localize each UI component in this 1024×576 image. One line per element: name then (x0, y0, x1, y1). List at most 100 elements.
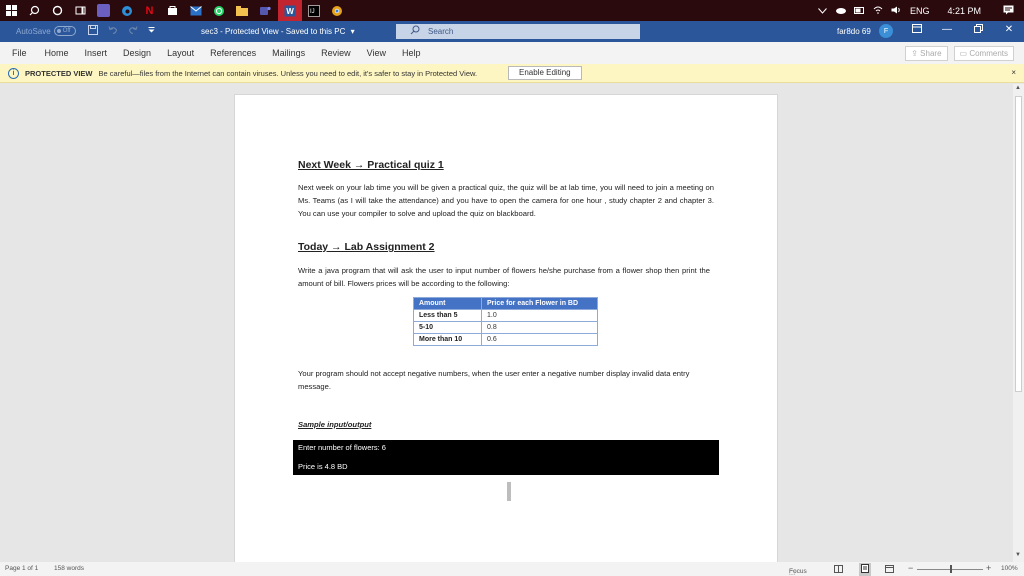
zoom-level[interactable]: 100% (1001, 565, 1018, 572)
tab-help[interactable]: Help (402, 48, 421, 58)
heading-next-week: Next Week → Practical quiz 1 (298, 159, 444, 171)
teams-icon[interactable] (258, 4, 271, 17)
cortana-icon[interactable] (51, 4, 64, 17)
focus-label: Focus (789, 568, 807, 575)
clock[interactable]: 4:21 PM (947, 6, 981, 16)
document-title[interactable]: sec3 - Protected View - Saved to this PC… (201, 27, 355, 36)
tab-design[interactable]: Design (123, 48, 151, 58)
comments-button[interactable]: ▭ Comments (953, 46, 1014, 61)
zoom-slider-thumb[interactable] (950, 565, 952, 573)
read-mode-icon[interactable] (834, 565, 843, 575)
paragraph-negative-numbers: Your program should not accept negative … (298, 369, 690, 391)
battery-icon[interactable] (853, 6, 865, 16)
print-layout-icon[interactable] (859, 563, 871, 576)
paragraph-practical-quiz: Next week on your lab time you will be g… (298, 183, 714, 218)
info-icon: i (8, 67, 19, 79)
search-placeholder: Search (428, 27, 454, 36)
paragraph-lab-assignment: Write a java program that will ask the u… (298, 266, 710, 288)
windows-start-icon[interactable] (5, 4, 18, 17)
intellij-icon[interactable]: IJ (307, 4, 320, 17)
heading-today: Today → Lab Assignment 2 (298, 241, 435, 253)
table-row: More than 10 0.6 (413, 333, 598, 346)
scroll-up-icon[interactable]: ▲ (1015, 85, 1021, 91)
ribbon-tabs: File Home Insert Design Layout Reference… (0, 42, 1024, 64)
table-cell: Less than 5 (413, 309, 482, 322)
web-layout-icon[interactable] (885, 565, 894, 575)
zoom-out-icon[interactable]: − (908, 563, 913, 573)
tab-file[interactable]: File (12, 48, 27, 58)
tab-layout[interactable]: Layout (167, 48, 194, 58)
share-label: Share (920, 49, 942, 58)
table-header-amount: Amount (413, 297, 482, 310)
customize-qat-icon[interactable] (148, 25, 155, 37)
chrome-icon[interactable] (330, 4, 343, 17)
autosave-switch[interactable]: Off (53, 26, 76, 36)
tab-insert[interactable]: Insert (85, 48, 108, 58)
volume-icon[interactable] (891, 6, 902, 16)
sample-io-heading: Sample input/output (298, 420, 372, 429)
word-title-bar: AutoSave Off sec3 - Protected View - Sav… (0, 21, 1024, 42)
language-indicator[interactable]: ENG (910, 6, 930, 16)
netflix-icon[interactable]: N (143, 4, 156, 17)
calculator-icon[interactable] (97, 4, 110, 17)
word-count[interactable]: 158 words (54, 565, 84, 572)
restore-icon[interactable] (971, 24, 985, 36)
table-cell: More than 10 (413, 333, 482, 346)
share-icon: ⇪ (911, 49, 921, 58)
protected-view-message: Be careful—files from the Internet can c… (98, 68, 478, 78)
table-cell: 1.0 (481, 309, 598, 322)
close-icon[interactable]: × (1011, 68, 1016, 77)
tab-references[interactable]: References (210, 48, 256, 58)
scrollbar-thumb[interactable] (1015, 96, 1022, 392)
avatar[interactable]: F (879, 24, 893, 38)
file-explorer-icon[interactable] (235, 4, 248, 17)
tab-home[interactable]: Home (45, 48, 69, 58)
table-row: Less than 5 1.0 (413, 309, 598, 322)
ribbon-actions: ⇪ Share ▭ Comments (905, 46, 1014, 61)
redo-icon[interactable] (128, 25, 138, 37)
save-icon[interactable] (88, 25, 98, 37)
chevron-up-icon[interactable] (818, 6, 827, 16)
onedrive-icon[interactable] (835, 6, 846, 16)
vertical-scrollbar[interactable]: ▲ ▼ (1013, 84, 1024, 562)
edge-icon[interactable] (120, 4, 133, 17)
close-icon[interactable]: ✕ (1002, 24, 1016, 35)
search-icon[interactable] (28, 4, 41, 17)
user-name[interactable]: far8do 69 (837, 27, 871, 36)
wifi-icon[interactable] (873, 6, 883, 16)
store-icon[interactable] (166, 4, 179, 17)
task-view-icon[interactable] (74, 4, 87, 17)
windows-taskbar: N W IJ ENG 4:21 PM (0, 0, 1024, 21)
table-cell: 0.6 (481, 333, 598, 346)
ribbon-display-options-icon[interactable] (910, 24, 924, 36)
table-cell: 5-10 (413, 321, 482, 334)
document-title-text: sec3 - Protected View - Saved to this PC (201, 27, 346, 36)
enable-editing-button[interactable]: Enable Editing (508, 66, 582, 80)
zoom-in-icon[interactable]: + (986, 563, 991, 573)
svg-text:W: W (286, 7, 294, 16)
table-row: 5-10 0.8 (413, 321, 598, 334)
undo-icon[interactable] (108, 25, 118, 37)
console-line: Enter number of flowers: 6 (298, 443, 386, 452)
tab-view[interactable]: View (367, 48, 386, 58)
page-count[interactable]: Page 1 of 1 (5, 565, 38, 572)
scroll-down-icon[interactable]: ▼ (1015, 552, 1021, 558)
search-icon (410, 25, 420, 37)
sample-console-output: Enter number of flowers: 6 Price is 4.8 … (293, 440, 719, 475)
console-line: Price is 4.8 BD (298, 462, 348, 471)
word-taskbar-icon[interactable]: W (278, 0, 302, 21)
autosave-toggle[interactable]: AutoSave Off (16, 26, 76, 36)
comment-icon: ▭ (959, 49, 970, 58)
search-input[interactable]: Search (396, 24, 640, 39)
notification-icon[interactable] (1003, 5, 1014, 17)
table-header-row: Amount Price for each Flower in BD (413, 297, 598, 310)
minimize-icon[interactable]: — (940, 24, 954, 35)
mail-icon[interactable] (189, 4, 202, 17)
title-dropdown-icon[interactable]: ▾ (351, 27, 355, 36)
tab-review[interactable]: Review (321, 48, 351, 58)
text-cursor (507, 482, 511, 501)
tab-mailings[interactable]: Mailings (272, 48, 305, 58)
whatsapp-icon[interactable] (212, 4, 225, 17)
share-button[interactable]: ⇪ Share (905, 46, 948, 61)
protected-view-bar: i PROTECTED VIEW Be careful—files from t… (0, 64, 1024, 83)
